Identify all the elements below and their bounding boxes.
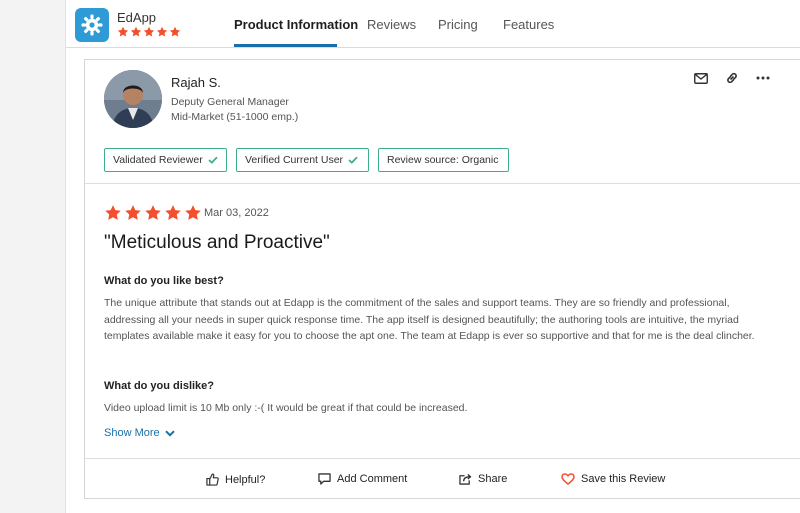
star-icon [145, 205, 161, 220]
tab-pricing[interactable]: Pricing [438, 17, 478, 32]
review-title: "Meticulous and Proactive" [104, 232, 330, 253]
avatar [104, 70, 162, 128]
heart-icon [561, 473, 575, 485]
comment-icon [318, 473, 331, 485]
badge-label: Verified Current User [245, 154, 344, 166]
tab-reviews[interactable]: Reviews [367, 17, 416, 32]
reviewer-title: Deputy General Manager [171, 96, 289, 108]
chevron-down-icon [164, 429, 175, 437]
star-icon [165, 205, 181, 220]
star-icon [156, 26, 168, 37]
badge-label: Review source: Organic [387, 154, 499, 166]
validated-reviewer-badge: Validated Reviewer [104, 148, 227, 172]
add-comment-button[interactable]: Add Comment [318, 473, 407, 485]
add-comment-label: Add Comment [337, 473, 408, 485]
badge-label: Validated Reviewer [113, 154, 203, 166]
verified-current-user-badge: Verified Current User [236, 148, 369, 172]
star-icon [185, 205, 201, 220]
like-answer: The unique attribute that stands out at … [104, 297, 755, 342]
show-more-link[interactable]: Show More [104, 427, 175, 439]
more-icon[interactable] [755, 70, 771, 86]
review-card: Rajah S. Deputy General Manager Mid-Mark… [84, 59, 800, 499]
tab-features[interactable]: Features [503, 17, 554, 32]
review-source-badge: Review source: Organic [378, 148, 509, 172]
helpful-label: Helpful? [225, 473, 266, 486]
show-more-label: Show More [104, 427, 160, 439]
edapp-logo-icon [75, 8, 109, 42]
review-rating-stars [104, 204, 202, 222]
product-header: EdApp Product Information Reviews Pricin… [66, 0, 800, 48]
mail-icon[interactable] [693, 70, 709, 86]
reviewer-name: Rajah S. [171, 75, 221, 90]
left-gutter [0, 0, 66, 513]
save-review-label: Save this Review [581, 473, 666, 485]
like-question: What do you like best? [104, 275, 224, 287]
dislike-question: What do you dislike? [104, 380, 215, 392]
link-icon[interactable] [724, 70, 740, 86]
share-button[interactable]: Share [459, 473, 507, 485]
dislike-answer: Video upload limit is 10 Mb only :-( It … [104, 402, 468, 414]
divider [85, 183, 800, 184]
star-icon [143, 26, 155, 37]
star-icon [125, 205, 141, 220]
save-review-button[interactable]: Save this Review [561, 473, 665, 485]
star-icon [130, 26, 142, 37]
app-rating-stars [117, 26, 181, 38]
tab-product-information[interactable]: Product Information [234, 17, 358, 32]
check-icon [208, 156, 218, 164]
thumbs-up-icon [206, 473, 219, 486]
divider [85, 458, 800, 459]
check-icon [348, 156, 358, 164]
active-tab-indicator [234, 44, 337, 47]
helpful-button[interactable]: Helpful? [206, 473, 265, 486]
reviewer-segment: Mid-Market (51-1000 emp.) [171, 111, 299, 123]
star-icon [117, 26, 129, 37]
share-icon [459, 473, 472, 485]
share-label: Share [478, 473, 508, 485]
app-name: EdApp [117, 10, 157, 25]
review-date: Mar 03, 2022 [204, 207, 269, 219]
star-icon [169, 26, 181, 37]
star-icon [105, 205, 121, 220]
